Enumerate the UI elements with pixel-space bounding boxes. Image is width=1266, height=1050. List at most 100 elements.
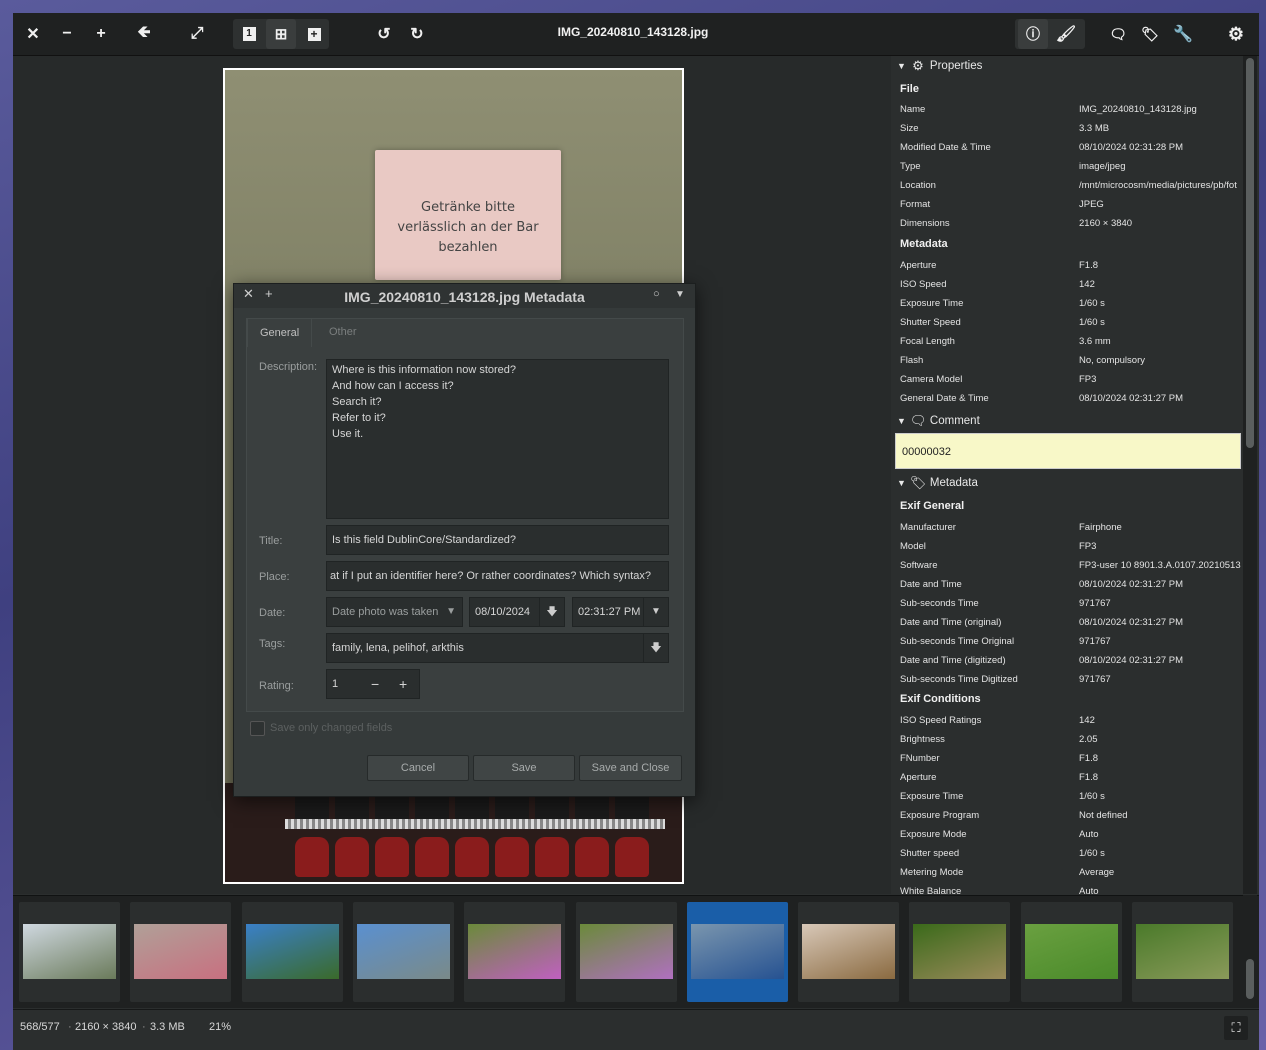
- time-field[interactable]: 02:31:27 PM ▼: [572, 597, 669, 627]
- circle-icon[interactable]: ○: [653, 288, 660, 300]
- property-row: Size 3.3 MB: [900, 119, 1243, 138]
- property-row: Date and Time 08/10/2024 02:31:27 PM: [900, 575, 1243, 594]
- filmstrip: [13, 895, 1259, 1008]
- property-value: JPEG: [1079, 199, 1104, 210]
- date-mode-select[interactable]: Date photo was taken ▼: [326, 597, 463, 627]
- brush-icon[interactable]: 🖌: [1051, 19, 1081, 49]
- wrench-icon[interactable]: 🔧: [1168, 19, 1198, 49]
- save-button[interactable]: Save: [473, 755, 575, 781]
- tab-other[interactable]: Other: [317, 318, 369, 346]
- rotate-right-icon[interactable]: ↻: [402, 19, 432, 49]
- property-value: 08/10/2024 02:31:28 PM: [1079, 142, 1184, 153]
- rating-label: Rating:: [259, 680, 294, 692]
- filmstrip-thumbnail[interactable]: [575, 902, 677, 1002]
- date-field[interactable]: 08/10/2024 🡇: [469, 597, 565, 627]
- filmstrip-thumbnail[interactable]: [909, 902, 1011, 1002]
- property-value: 971767: [1079, 636, 1111, 647]
- metadata-section-header[interactable]: ▼ 🏷 Metadata: [895, 473, 978, 493]
- expand-arrow-icon: ▼: [897, 61, 906, 71]
- properties-scrollbar[interactable]: [1243, 56, 1257, 894]
- filmstrip-thumbnail[interactable]: [686, 902, 788, 1002]
- filmstrip-thumbnail[interactable]: [352, 902, 454, 1002]
- zoom-in-icon[interactable]: +: [86, 19, 116, 49]
- download-arrow-icon[interactable]: 🡇: [539, 598, 564, 626]
- property-row: Date and Time (digitized) 08/10/2024 02:3…: [900, 651, 1243, 670]
- plus-icon[interactable]: +: [399, 670, 407, 698]
- filmstrip-thumbnail[interactable]: [241, 902, 343, 1002]
- download-arrow-icon[interactable]: 🡇: [643, 634, 668, 662]
- property-value: 1/60 s: [1079, 848, 1105, 859]
- place-field[interactable]: at if I put an identifier here? Or rathe…: [326, 561, 669, 591]
- description-textarea[interactable]: Where is this information now stored? An…: [326, 359, 669, 519]
- photo-sign-text: Getränke bitte verlässlich an der Bar be…: [397, 200, 539, 255]
- property-row: General Date & Time 08/10/2024 02:31:27 P…: [900, 389, 1243, 408]
- add-icon[interactable]: +: [299, 19, 329, 49]
- comment-icon[interactable]: 🗨: [1103, 19, 1133, 49]
- scrollbar-thumb[interactable]: [1246, 58, 1254, 448]
- property-value: Fairphone: [1079, 522, 1122, 533]
- info-icon[interactable]: ⓘ: [1018, 19, 1048, 49]
- filmstrip-thumbnail[interactable]: [19, 902, 120, 1002]
- group-file: File: [900, 83, 919, 95]
- property-value: image/jpeg: [1079, 161, 1126, 172]
- group-exif-conditions: Exif Conditions: [900, 693, 981, 705]
- property-row: Model FP3: [900, 537, 1243, 556]
- property-row: Modified Date & Time 08/10/2024 02:31:28 …: [900, 138, 1243, 157]
- property-key: White Balance: [900, 886, 962, 894]
- filmstrip-thumbnail[interactable]: [1020, 902, 1122, 1002]
- property-key: Exposure Time: [900, 791, 964, 802]
- status-size: 3.3 MB: [150, 1021, 185, 1033]
- rotate-left-icon[interactable]: ↺: [369, 19, 399, 49]
- comment-field[interactable]: 00000032: [895, 433, 1241, 469]
- save-changed-checkbox[interactable]: [250, 721, 265, 736]
- dialog-titlebar: ✕ + IMG_20240810_143128.jpg Metadata ○ ▼: [234, 284, 695, 308]
- chevron-down-icon[interactable]: ▼: [675, 289, 685, 300]
- property-row: FNumber F1.8: [900, 749, 1243, 768]
- chevron-down-icon[interactable]: ▼: [643, 598, 668, 626]
- property-row: Shutter speed 1/60 s: [900, 844, 1243, 863]
- property-key: Sub-seconds Time Digitized: [900, 674, 1018, 685]
- tags-label: Tags:: [259, 638, 286, 650]
- scrollbar-thumb[interactable]: [1246, 959, 1254, 999]
- property-value: 3.3 MB: [1079, 123, 1110, 134]
- save-and-close-button[interactable]: Save and Close: [579, 755, 682, 781]
- minus-icon[interactable]: −: [371, 670, 379, 698]
- property-row: Exposure Time 1/60 s: [900, 787, 1243, 806]
- title-field[interactable]: Is this field DublinCore/Standardized?: [326, 525, 669, 555]
- property-key: Shutter speed: [900, 848, 960, 859]
- settings-gear-icon[interactable]: ⚙: [1221, 19, 1251, 49]
- tag-icon[interactable]: 🏷: [1135, 19, 1165, 49]
- close-icon[interactable]: ✕: [18, 19, 48, 49]
- property-value: Auto: [1079, 829, 1099, 840]
- cancel-button[interactable]: Cancel: [367, 755, 469, 781]
- single-view-icon[interactable]: 1: [234, 19, 264, 49]
- property-value: 971767: [1079, 674, 1111, 685]
- filmstrip-thumbnail[interactable]: [798, 902, 900, 1002]
- zoom-out-icon[interactable]: −: [52, 19, 82, 49]
- fullscreen-icon[interactable]: ⤢: [182, 19, 212, 49]
- dialog-title: IMG_20240810_143128.jpg Metadata: [344, 289, 585, 305]
- property-value: FP3: [1079, 374, 1097, 385]
- filmstrip-scrollbar[interactable]: [1243, 895, 1257, 1007]
- property-key: Exposure Time: [900, 298, 964, 309]
- comment-section-header[interactable]: ▼ 🗨 Comment: [895, 411, 980, 431]
- property-value: F1.8: [1079, 260, 1099, 271]
- grid-view-icon[interactable]: ⊞: [266, 19, 296, 49]
- property-key: Location: [900, 180, 936, 191]
- filmstrip-thumbnail[interactable]: [1132, 902, 1233, 1002]
- title-label: Title:: [259, 535, 283, 547]
- photo-fridge: [225, 783, 682, 882]
- tab-general[interactable]: General: [247, 318, 313, 347]
- filmstrip-thumbnail[interactable]: [464, 902, 566, 1002]
- fit-grid-icon[interactable]: ⛶: [1224, 1016, 1248, 1040]
- tags-field[interactable]: family, lena, pelihof, arkthis 🡇: [326, 633, 669, 663]
- properties-section-header[interactable]: ▼ ⚙ Properties: [895, 56, 982, 76]
- property-value: No, compulsory: [1079, 355, 1145, 366]
- expand-arrow-icon: ▼: [897, 478, 906, 488]
- property-row: Date and Time (original) 08/10/2024 02:31…: [900, 613, 1243, 632]
- thumbnail-image: [802, 924, 896, 979]
- filmstrip-thumbnail[interactable]: [130, 902, 232, 1002]
- property-row: Exposure Mode Auto: [900, 825, 1243, 844]
- rating-spinner[interactable]: 1 − +: [326, 669, 420, 699]
- back-arrow-icon[interactable]: 🡸: [129, 19, 159, 49]
